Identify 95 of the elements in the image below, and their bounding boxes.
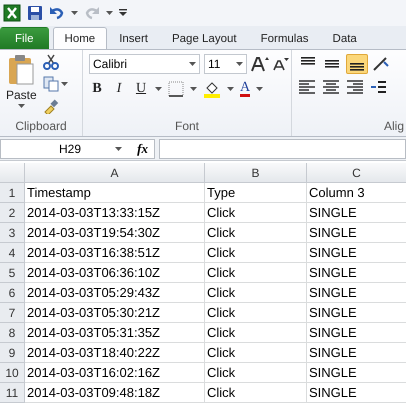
row-header[interactable]: 2: [0, 203, 25, 223]
table-cell: 2014-03-03T05:30:21Z: [25, 303, 205, 323]
shrink-font-icon[interactable]: [273, 57, 289, 71]
paste-button[interactable]: Paste: [6, 54, 37, 118]
table-cell: 2014-03-03T09:48:18Z: [25, 383, 205, 403]
row-header[interactable]: 4: [0, 243, 25, 263]
table-cell: Click: [205, 283, 307, 303]
ribbon-tab[interactable]: Home: [52, 27, 108, 49]
cut-icon[interactable]: [42, 54, 59, 70]
table-cell: SINGLE: [307, 243, 406, 263]
align-icon[interactable]: [322, 80, 340, 94]
align-icon[interactable]: [346, 54, 368, 74]
table-cell: 2014-03-03T13:33:15Z: [25, 203, 205, 223]
row-header[interactable]: 10: [0, 363, 25, 383]
table-cell: SINGLE: [307, 303, 406, 323]
table-cell: SINGLE: [307, 263, 406, 283]
table-cell: 2014-03-03T16:38:51Z: [25, 243, 205, 263]
table-cell: Type: [205, 183, 307, 203]
orientation-icon[interactable]: [372, 56, 390, 72]
copy-icon[interactable]: [42, 76, 59, 92]
caret-icon[interactable]: [60, 82, 68, 86]
table-cell: Column 3: [307, 183, 406, 203]
row-header[interactable]: 5: [0, 263, 25, 283]
row-header[interactable]: 6: [0, 283, 25, 303]
fill-color-icon[interactable]: [203, 80, 221, 98]
table-cell: SINGLE: [307, 223, 406, 243]
ribbon-tab[interactable]: Page Layout: [160, 27, 249, 49]
font-name-field[interactable]: Calibri: [89, 54, 200, 74]
table-cell: Timestamp: [25, 183, 205, 203]
row-header[interactable]: 9: [0, 343, 25, 363]
row-header[interactable]: 8: [0, 323, 25, 343]
group-label: Alig: [382, 118, 405, 135]
ribbon-tab[interactable]: Insert: [107, 27, 160, 49]
table-cell: 2014-03-03T06:36:10Z: [25, 263, 205, 283]
table-cell: 2014-03-03T05:31:35Z: [25, 323, 205, 343]
align-icon[interactable]: [346, 80, 364, 94]
column-header[interactable]: A: [25, 163, 205, 183]
caret-icon[interactable]: [227, 87, 234, 91]
table-cell: SINGLE: [307, 283, 406, 303]
table-cell: Click: [205, 243, 307, 263]
bold-button[interactable]: B: [89, 81, 105, 97]
file-tab[interactable]: File: [0, 27, 49, 49]
table-cell: SINGLE: [307, 323, 406, 343]
insert-function-button[interactable]: fx: [137, 140, 154, 156]
group-label: Font: [174, 118, 200, 135]
caret-icon[interactable]: [190, 87, 197, 91]
table-cell: Click: [205, 323, 307, 343]
table-cell: 2014-03-03T16:02:16Z: [25, 363, 205, 383]
table-cell: Click: [205, 363, 307, 383]
column-header[interactable]: C: [307, 163, 406, 183]
row-header[interactable]: 1: [0, 183, 25, 203]
caret-icon[interactable]: [106, 11, 113, 15]
spreadsheet-logo-icon[interactable]: [3, 4, 21, 22]
name-box[interactable]: H29 fx: [0, 138, 155, 158]
caret-icon[interactable]: [71, 11, 78, 15]
table-cell: Click: [205, 203, 307, 223]
column-header[interactable]: B: [205, 163, 307, 183]
row-header[interactable]: 7: [0, 303, 25, 323]
formula-field[interactable]: [159, 138, 406, 158]
group-label: Clipboard: [14, 118, 68, 135]
table-cell: Click: [205, 303, 307, 323]
table-cell: Click: [205, 263, 307, 283]
table-cell: 2014-03-03T05:29:43Z: [25, 283, 205, 303]
borders-icon[interactable]: [168, 81, 184, 97]
font-size-field[interactable]: 11: [204, 54, 247, 74]
table-cell: SINGLE: [307, 383, 406, 403]
table-cell: 2014-03-03T18:40:22Z: [25, 343, 205, 363]
indent-icon[interactable]: [370, 80, 386, 94]
caret-icon[interactable]: [236, 62, 243, 66]
ribbon-tab[interactable]: Formulas: [248, 27, 321, 49]
table-cell: Click: [205, 343, 307, 363]
row-header[interactable]: 3: [0, 223, 25, 243]
italic-button[interactable]: I: [111, 81, 127, 97]
save-icon[interactable]: [27, 5, 43, 21]
table-cell: 2014-03-03T19:54:30Z: [25, 223, 205, 243]
caret-icon[interactable]: [256, 87, 264, 91]
font-color-button[interactable]: A: [240, 81, 250, 97]
table-cell: SINGLE: [307, 203, 406, 223]
table-cell: Click: [205, 383, 307, 403]
table-cell: SINGLE: [307, 363, 406, 383]
caret-icon[interactable]: [155, 87, 162, 91]
table-cell: Click: [205, 223, 307, 243]
undo-icon[interactable]: [49, 6, 65, 20]
format-painter-icon[interactable]: [42, 98, 59, 114]
ribbon-tab[interactable]: Data: [320, 27, 369, 49]
caret-icon[interactable]: [18, 104, 25, 108]
table-cell: SINGLE: [307, 343, 406, 363]
clipboard-icon[interactable]: [7, 54, 36, 86]
underline-button[interactable]: U: [133, 81, 149, 97]
caret-icon[interactable]: [115, 146, 122, 150]
customize-menu-icon[interactable]: [119, 9, 127, 17]
caret-icon[interactable]: [189, 62, 196, 66]
align-icon[interactable]: [298, 80, 316, 94]
row-header[interactable]: 11: [0, 383, 25, 403]
grow-font-icon[interactable]: [251, 56, 269, 72]
